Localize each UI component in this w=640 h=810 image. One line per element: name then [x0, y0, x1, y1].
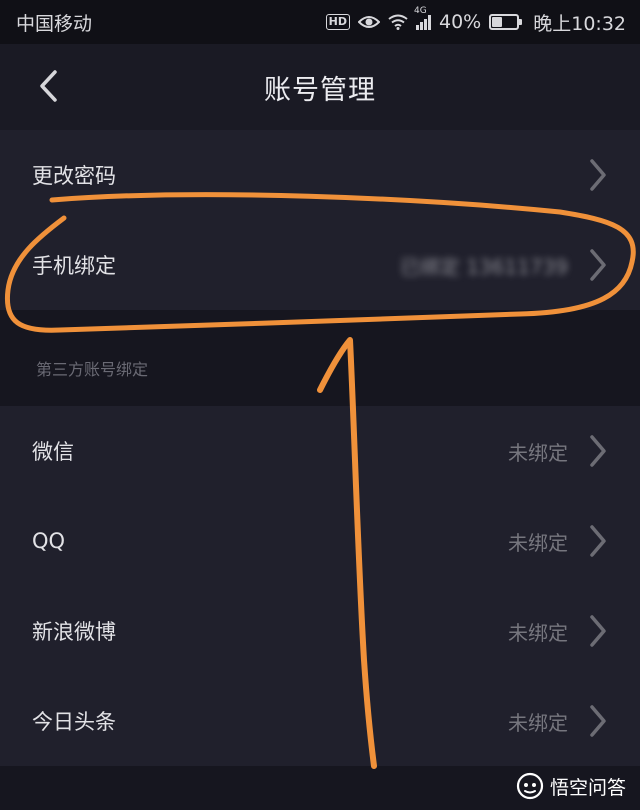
chevron-right-icon: [588, 158, 608, 192]
network-type: 4G: [414, 5, 427, 16]
hd-icon: HD: [325, 14, 350, 30]
wechat-label: 微信: [32, 440, 74, 464]
wifi-icon: [388, 14, 408, 30]
status-bar: 中国移动 HD 4G 40% 晚上10:32: [0, 0, 640, 44]
chevron-right-icon: [588, 248, 608, 282]
change-password-label: 更改密码: [32, 164, 116, 188]
change-password-row[interactable]: 更改密码: [0, 130, 640, 220]
phone-binding-label: 手机绑定: [32, 254, 116, 278]
weibo-binding-row[interactable]: 新浪微博 未绑定: [0, 586, 640, 676]
phone-binding-value: 已绑定 13611739: [399, 254, 568, 279]
chevron-right-icon: [588, 524, 608, 558]
chevron-right-icon: [588, 614, 608, 648]
weibo-status: 未绑定: [508, 620, 568, 645]
third-party-section-header: 第三方账号绑定: [36, 360, 149, 379]
qq-binding-row[interactable]: QQ 未绑定: [0, 496, 640, 586]
watermark: 悟空问答: [516, 772, 626, 800]
qq-status: 未绑定: [508, 530, 568, 555]
status-icons: HD 4G 40% 晚上10:32: [325, 6, 626, 36]
back-button[interactable]: [26, 64, 70, 108]
clock: 晚上10:32: [533, 12, 626, 35]
qq-label: QQ: [32, 529, 66, 553]
battery-icon: [489, 14, 523, 30]
page-title: 账号管理: [264, 74, 376, 106]
nav-bar: 账号管理: [0, 44, 640, 130]
toutiao-binding-row[interactable]: 今日头条 未绑定: [0, 676, 640, 766]
phone-binding-row[interactable]: 手机绑定 已绑定 13611739: [0, 220, 640, 310]
toutiao-label: 今日头条: [32, 710, 116, 734]
account-settings-group: 更改密码 手机绑定 已绑定 13611739: [0, 130, 640, 310]
chevron-right-icon: [588, 434, 608, 468]
battery-percent: 40%: [439, 11, 482, 33]
chevron-right-icon: [588, 704, 608, 738]
wechat-status: 未绑定: [508, 440, 568, 465]
eye-icon: [358, 16, 380, 28]
third-party-group: 微信 未绑定 QQ 未绑定 新浪微博 未绑定 今日头条 未绑定: [0, 406, 640, 766]
wukong-logo-icon: [516, 772, 544, 800]
chevron-left-icon: [40, 70, 57, 102]
wechat-binding-row[interactable]: 微信 未绑定: [0, 406, 640, 496]
carrier-name: 中国移动: [16, 12, 93, 35]
toutiao-status: 未绑定: [508, 710, 568, 735]
watermark-text: 悟空问答: [549, 776, 626, 799]
weibo-label: 新浪微博: [32, 620, 116, 644]
signal-4g-icon: 4G: [414, 6, 431, 30]
